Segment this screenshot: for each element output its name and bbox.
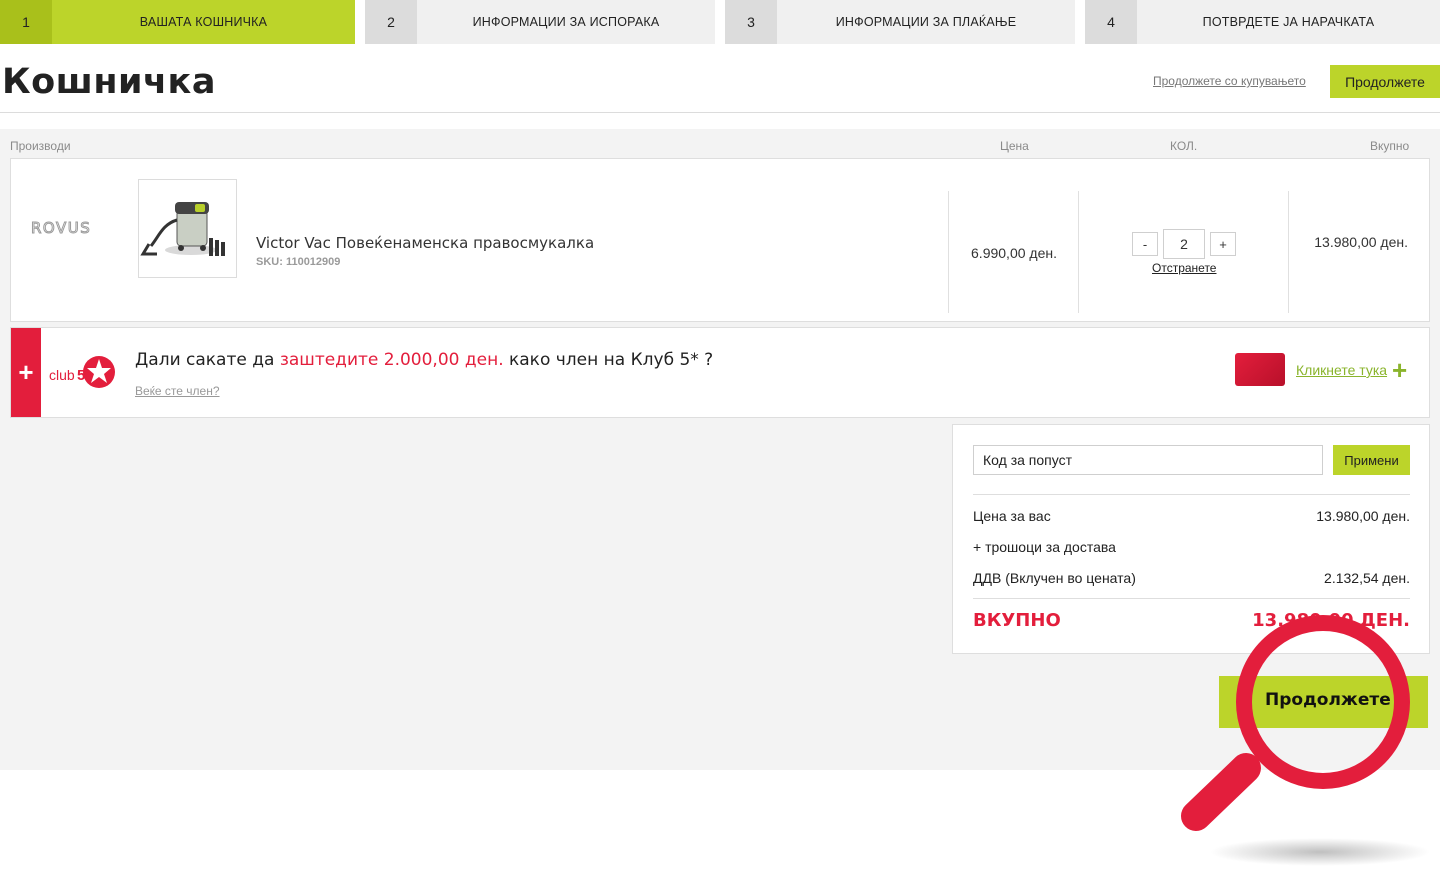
club-banner: + club 5 Дали сакате да заштедите 2.000,… bbox=[10, 327, 1430, 418]
club5-logo: club 5 bbox=[49, 356, 115, 388]
price-label: Цена за вас bbox=[973, 508, 1051, 524]
product-name[interactable]: Victor Vac Повеќенаменска правосмукалка bbox=[256, 234, 594, 252]
unit-price: 6.990,00 ден. bbox=[971, 245, 1057, 261]
plus-icon[interactable]: + bbox=[1392, 355, 1407, 386]
continue-shopping-link[interactable]: Продолжете со купувањето bbox=[1153, 74, 1306, 88]
brand-logo: ROVUS bbox=[31, 219, 91, 238]
club-savings: заштедите 2.000,00 ден. bbox=[279, 350, 504, 370]
continue-button-top[interactable]: Продолжете bbox=[1330, 65, 1440, 98]
column-header-price: Цена bbox=[1000, 139, 1029, 153]
summary-total: ВКУПНО 13.980,00 ДЕН. bbox=[973, 610, 1410, 631]
continue-button-bottom[interactable]: Продолжете bbox=[1219, 676, 1428, 728]
qty-increase-button[interactable]: + bbox=[1210, 232, 1236, 256]
cart-item: ROVUS Victor Vac Повеќенаменска правосму… bbox=[10, 158, 1430, 322]
header-divider bbox=[0, 112, 1440, 113]
step-number: 4 bbox=[1085, 0, 1137, 44]
summary-divider bbox=[973, 494, 1410, 495]
summary-row-price: Цена за вас 13.980,00 ден. bbox=[973, 508, 1410, 524]
already-member-link[interactable]: Веќе сте член? bbox=[135, 384, 220, 398]
club-question-text: Дали сакате да bbox=[135, 350, 280, 370]
coupon-input[interactable] bbox=[973, 445, 1323, 475]
club-plus-icon: + bbox=[11, 328, 41, 417]
product-sku: SKU: 110012909 bbox=[256, 256, 341, 268]
continue-button-label: Продолжете bbox=[1265, 690, 1391, 710]
remove-item-link[interactable]: Отстранете bbox=[1152, 261, 1216, 275]
checkout-steps: 1 ВАШАТА КОШНИЧКА 2 ИНФОРМАЦИИ ЗА ИСПОРА… bbox=[0, 0, 1440, 44]
step-label: ИНФОРМАЦИИ ЗА ИСПОРАКА bbox=[472, 15, 660, 29]
line-total: 13.980,00 ден. bbox=[1314, 234, 1408, 250]
total-value: 13.980,00 ДЕН. bbox=[1252, 610, 1410, 631]
vat-label: ДДВ (Вклучен во цената) bbox=[973, 570, 1136, 586]
step-cart[interactable]: 1 ВАШАТА КОШНИЧКА bbox=[0, 0, 355, 44]
qty-input[interactable] bbox=[1163, 229, 1205, 259]
summary-row-vat: ДДВ (Вклучен во цената) 2.132,54 ден. bbox=[973, 570, 1410, 586]
order-summary: Примени Цена за вас 13.980,00 ден. + тро… bbox=[952, 424, 1430, 654]
step-delivery[interactable]: 2 ИНФОРМАЦИИ ЗА ИСПОРАКА bbox=[365, 0, 715, 44]
column-header-total: Вкупно bbox=[1370, 139, 1410, 153]
summary-row-shipping: + трошоци за достава bbox=[973, 539, 1410, 555]
vacuum-image bbox=[140, 202, 225, 256]
column-divider bbox=[1288, 191, 1289, 313]
summary-divider bbox=[973, 598, 1410, 599]
step-payment[interactable]: 3 ИНФОРМАЦИИ ЗА ПЛАЌАЊЕ bbox=[725, 0, 1075, 44]
brand-logo-text: ROVUS bbox=[31, 219, 91, 237]
step-label: ИНФОРМАЦИИ ЗА ПЛАЌАЊЕ bbox=[835, 15, 1017, 29]
price-value: 13.980,00 ден. bbox=[1316, 508, 1410, 524]
quantity-stepper: - + bbox=[1132, 229, 1236, 259]
step-label: ПОТВРДЕТЕ ЈА НАРАЧКАТА bbox=[1202, 15, 1375, 29]
qty-decrease-button[interactable]: - bbox=[1132, 232, 1158, 256]
step-number: 2 bbox=[365, 0, 417, 44]
step-label: ВАШАТА КОШНИЧКА bbox=[139, 15, 268, 29]
club-question: Дали сакате да заштедите 2.000,00 ден. к… bbox=[135, 350, 713, 370]
column-header-products: Производи bbox=[10, 139, 71, 153]
product-image[interactable] bbox=[138, 179, 237, 278]
svg-text:5: 5 bbox=[77, 367, 85, 384]
shipping-label: + трошоци за достава bbox=[973, 539, 1116, 555]
svg-text:club: club bbox=[49, 367, 75, 383]
step-number: 3 bbox=[725, 0, 777, 44]
vat-value: 2.132,54 ден. bbox=[1324, 570, 1410, 586]
club-card-image bbox=[1235, 353, 1285, 386]
club-click-here-link[interactable]: Кликнете тука bbox=[1296, 362, 1387, 378]
club-question-text: како член на Клуб 5* ? bbox=[503, 350, 714, 370]
total-label: ВКУПНО bbox=[973, 610, 1061, 631]
step-confirm[interactable]: 4 ПОТВРДЕТЕ ЈА НАРАЧКАТА bbox=[1085, 0, 1440, 44]
apply-coupon-button[interactable]: Примени bbox=[1333, 445, 1410, 475]
step-number: 1 bbox=[0, 0, 52, 44]
column-header-qty: КОЛ. bbox=[1170, 139, 1198, 153]
page-title: Кошничка bbox=[2, 62, 216, 102]
